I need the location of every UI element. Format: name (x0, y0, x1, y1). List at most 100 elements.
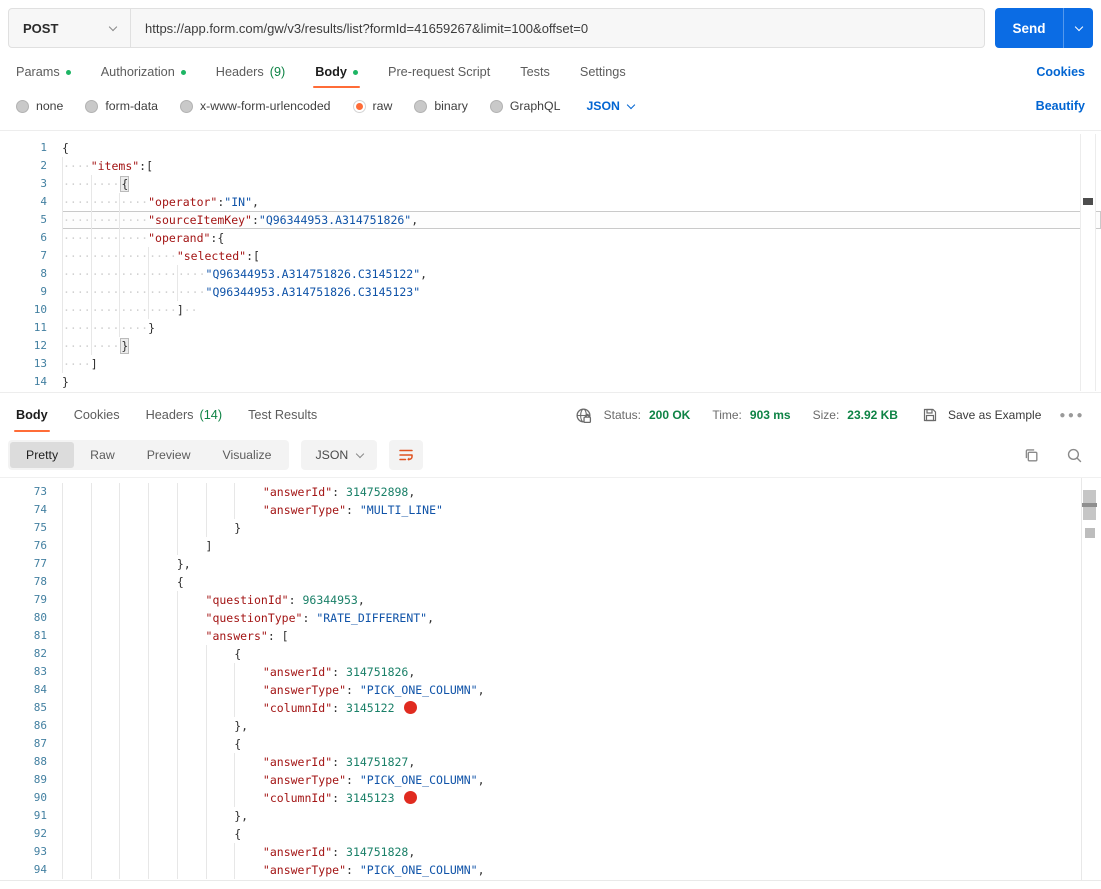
indent-guide: ···· (119, 229, 149, 247)
tab-pre-request-script[interactable]: Pre-request Script (388, 56, 490, 88)
code-line-84: 84 "answerType": "PICK_ONE_COLUMN", (0, 681, 1101, 699)
body-type-raw[interactable]: raw (352, 99, 392, 113)
more-options-button[interactable]: ●●● (1059, 410, 1085, 421)
code-line-93: 93 "answerId": 314751828, (0, 843, 1101, 861)
token-num: 314752898 (346, 485, 409, 499)
code-line-10[interactable]: 10 ················]·· (0, 301, 1101, 319)
request-url-bar: POST https://app.form.com/gw/v3/results/… (8, 8, 1093, 48)
divider (0, 130, 1101, 131)
search-response-button[interactable] (1066, 447, 1083, 464)
request-tabs: Params Authorization Headers (9) Body Pre-req… (16, 56, 1085, 88)
code-line-14[interactable]: 14} (0, 373, 1101, 391)
copy-icon (1025, 448, 1038, 462)
indent-guide (176, 843, 206, 861)
token-punc: { (62, 141, 69, 155)
indent-guide (119, 483, 148, 501)
token-punc: ] (205, 539, 213, 553)
indent-guide (176, 609, 206, 627)
scrollbar-thumb[interactable] (1083, 198, 1093, 205)
tab-headers[interactable]: Headers (9) (216, 56, 285, 88)
tab-authorization[interactable]: Authorization (101, 56, 186, 88)
method-selector[interactable]: POST (9, 9, 131, 47)
indent-guide (176, 753, 206, 771)
code-line-11[interactable]: 11 ············} (0, 319, 1101, 337)
code-line-2[interactable]: 2 ····"items":[ (0, 157, 1101, 175)
view-tab-visualize[interactable]: Visualize (206, 442, 287, 468)
code-line-12[interactable]: 12 ········} (0, 337, 1101, 355)
beautify-link[interactable]: Beautify (1036, 99, 1085, 113)
tab-settings[interactable]: Settings (580, 56, 626, 88)
tab-label: Settings (579, 65, 626, 79)
token-punc: : (332, 845, 347, 859)
code-line-6[interactable]: 6 ············"operand":{ (0, 229, 1101, 247)
indent-guide: ···· (62, 247, 91, 265)
code-text: "answerType": "MULTI_LINE" (62, 501, 1101, 519)
send-options-button[interactable] (1063, 8, 1093, 48)
code-line-9[interactable]: 9 ····················"Q96344953.A3147518… (0, 283, 1101, 301)
response-body-viewer: 73 "answerId": 314752898, 74 "answerType"… (0, 477, 1101, 881)
line-number: 84 (33, 683, 47, 696)
code-text: }, (62, 807, 1101, 825)
tab-label: Params (16, 65, 60, 79)
indent-guide: ···· (62, 301, 91, 319)
copy-response-button[interactable] (1023, 447, 1040, 464)
code-line-5[interactable]: 5 ············"sourceItemKey":"Q96344953.… (0, 211, 1101, 229)
wrap-lines-button[interactable] (389, 440, 424, 470)
token-punc: : (346, 683, 360, 697)
tab-label: Test Results (248, 408, 318, 422)
line-number: 92 (33, 827, 47, 840)
indent-guide (90, 573, 120, 591)
body-type-none[interactable]: none (16, 99, 63, 113)
response-tab-headers[interactable]: Headers (14) (146, 398, 223, 432)
token-punc: }, (234, 719, 249, 733)
tab-count-badge: (14) (199, 408, 223, 422)
tab-body[interactable]: Body (313, 56, 360, 88)
response-language-select[interactable]: JSON (301, 440, 378, 470)
indent-guide: ···· (176, 265, 206, 283)
response-tab-body[interactable]: Body (14, 398, 50, 432)
code-line-7[interactable]: 7 ················"selected":[ (0, 247, 1101, 265)
line-number: 77 (33, 557, 47, 570)
response-tab-test-results[interactable]: Test Results (248, 398, 317, 432)
line-number: 7 (40, 249, 47, 262)
indent-guide (148, 537, 177, 555)
token-key: "answerId" (262, 485, 333, 499)
indent-guide (148, 591, 177, 609)
code-line-8[interactable]: 8 ····················"Q96344953.A3147518… (0, 265, 1101, 283)
save-as-example-button[interactable]: Save as Example (948, 408, 1041, 422)
tab-tests[interactable]: Tests (520, 56, 550, 88)
code-line-4[interactable]: 4 ············"operator":"IN", (0, 193, 1101, 211)
url-input[interactable]: https://app.form.com/gw/v3/results/list?… (131, 9, 984, 47)
indent-guide (148, 789, 177, 807)
body-type-x-www-form-urlencoded[interactable]: x-www-form-urlencoded (179, 99, 331, 113)
code-line-1[interactable]: 1{ (0, 139, 1101, 157)
view-tab-preview[interactable]: Preview (131, 442, 207, 468)
request-body-editor[interactable]: 1{2 ····"items":[3 ········{4 ············"… (0, 133, 1101, 392)
tab-params[interactable]: Params (16, 56, 71, 88)
response-tab-cookies[interactable]: Cookies (74, 398, 120, 432)
green-dot-indicator (352, 69, 358, 75)
line-number: 94 (33, 863, 47, 876)
indent-guide (176, 681, 206, 699)
indent-guide (119, 843, 148, 861)
indent-guide (62, 681, 91, 699)
view-tab-pretty[interactable]: Pretty (10, 442, 75, 468)
body-type-graphql[interactable]: GraphQL (489, 99, 560, 113)
cookies-link[interactable]: Cookies (1036, 65, 1085, 79)
code-line-13[interactable]: 13 ····] (0, 355, 1101, 373)
indent-guide (62, 555, 91, 573)
indent-guide (119, 501, 148, 519)
code-line-3[interactable]: 3 ········{ (0, 175, 1101, 193)
scrollbar-thumb[interactable] (1082, 490, 1097, 520)
token-str: "Q96344953.A314751826.C3145122" (205, 267, 421, 281)
send-button[interactable]: Send (995, 8, 1063, 48)
indent-guide: ···· (90, 229, 120, 247)
body-type-form-data[interactable]: form-data (85, 99, 158, 113)
line-number: 1 (40, 141, 47, 154)
view-tab-raw[interactable]: Raw (74, 442, 131, 468)
indent-guide (62, 609, 91, 627)
body-type-binary[interactable]: binary (414, 99, 468, 113)
token-punc: , (477, 683, 485, 697)
request-language-select[interactable]: JSON (586, 99, 636, 113)
line-number: 9 (40, 285, 47, 298)
